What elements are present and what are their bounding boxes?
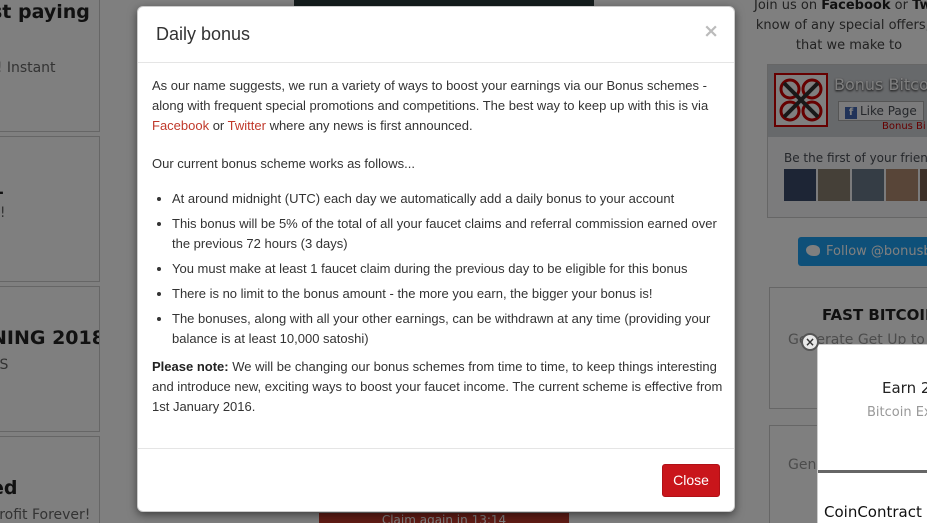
list-item: At around midnight (UTC) each day we aut… [172,189,724,209]
facebook-link[interactable]: Facebook [152,118,209,133]
scheme-intro: Our current bonus scheme works as follow… [152,156,415,171]
modal-body: As our name suggests, we run a variety o… [152,76,724,435]
note-label: Please note: [152,359,229,374]
list-item: You must make at least 1 faucet claim du… [172,259,724,279]
close-button[interactable]: Close [662,464,720,497]
intro-paragraph: As our name suggests, we run a variety o… [152,78,709,133]
list-item: There is no limit to the bonus amount - … [172,284,724,304]
modal-footer: Close [138,448,734,511]
list-item: This bonus will be 5% of the total of al… [172,214,724,254]
daily-bonus-modal: Daily bonus × As our name suggests, we r… [137,6,735,512]
bonus-rules-list: At around midnight (UTC) each day we aut… [172,189,724,349]
close-icon[interactable]: × [703,21,719,41]
note-paragraph: Please note: We will be changing our bon… [152,359,723,414]
list-item: The bonuses, along with all your other e… [172,309,724,349]
modal-title: Daily bonus [156,24,251,44]
twitter-link[interactable]: Twitter [228,118,266,133]
modal-header: Daily bonus × [138,7,734,63]
